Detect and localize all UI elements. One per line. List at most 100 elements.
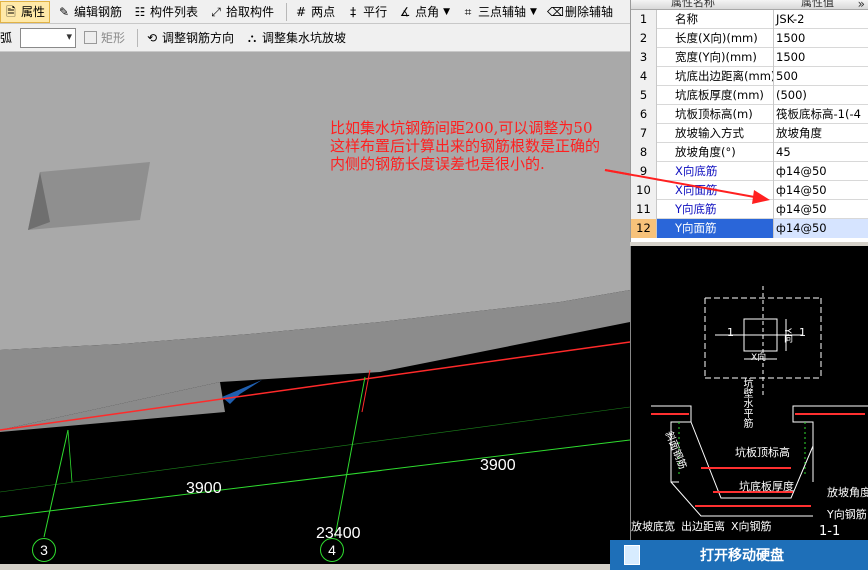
property-row[interactable]: 6 坑板顶标高(m) 筏板底标高-1(-4: [631, 105, 868, 124]
property-row-number: 9: [631, 162, 657, 181]
property-row-number: 7: [631, 124, 657, 143]
chevron-down-icon: ▼: [530, 6, 537, 17]
usb-drive-label: 打开移动硬盘: [700, 548, 784, 564]
cad-wall-rebar: 坑壁水平筋: [741, 378, 752, 428]
parallel-icon: ‡: [350, 4, 357, 19]
edit-rebar-icon: ✎: [58, 4, 70, 19]
member-list-label: 构件列表: [150, 5, 199, 19]
property-row[interactable]: 12 Y向面筋 ф14@50: [631, 219, 868, 238]
open-usb-drive-button[interactable]: 打开移动硬盘: [610, 540, 868, 570]
property-value[interactable]: (500): [774, 86, 868, 105]
property-name: 坑底出边距离(mm): [657, 67, 774, 86]
property-value[interactable]: ф14@50: [774, 219, 868, 238]
property-name: 名称: [657, 10, 774, 29]
property-row[interactable]: 11 Y向底筋 ф14@50: [631, 200, 868, 219]
property-value[interactable]: JSK-2: [774, 10, 868, 29]
property-name: 放坡角度(°): [657, 143, 774, 162]
property-row-number: 4: [631, 67, 657, 86]
property-row[interactable]: 8 放坡角度(°) 45: [631, 143, 868, 162]
property-row[interactable]: 9 X向底筋 ф14@50: [631, 162, 868, 181]
dimension-3900-right: 3900: [480, 457, 516, 474]
property-value[interactable]: 1500: [774, 29, 868, 48]
draw-mode-dropdown[interactable]: [20, 27, 77, 48]
property-row[interactable]: 7 放坡输入方式 放坡角度: [631, 124, 868, 143]
3d-viewport[interactable]: 比如集水坑钢筋间距200,可以调整为50 这样布置后计算出来的钢筋根数是正确的 …: [0, 52, 630, 570]
dimension-3900-left: 3900: [186, 480, 222, 497]
three-point-aux-button[interactable]: ⌗ 三点辅轴 ▼: [458, 1, 541, 23]
rectangle-button[interactable]: 矩形: [82, 27, 129, 49]
toolbar-separator: [286, 2, 288, 21]
grid-line: [67, 429, 73, 483]
delete-aux-label: 删除辅轴: [564, 5, 613, 19]
parallel-label: 平行: [363, 5, 388, 19]
property-name: X向底筋: [657, 162, 774, 181]
cad-slope-angle: 放坡角度: [827, 486, 868, 499]
property-row[interactable]: 4 坑底出边距离(mm) 500: [631, 67, 868, 86]
list-icon: ☷: [134, 4, 146, 19]
property-value[interactable]: 45: [774, 143, 868, 162]
two-points-label: 两点: [311, 5, 336, 19]
property-row[interactable]: 5 坑底板厚度(mm) (500): [631, 86, 868, 105]
rectangle-label: 矩形: [101, 31, 126, 45]
properties-button[interactable]: 🗎 属性: [0, 0, 51, 23]
usb-drive-icon: [624, 545, 640, 565]
property-row[interactable]: 10 X向面筋 ф14@50: [631, 181, 868, 200]
property-row[interactable]: 3 宽度(Y向)(mm) 1500: [631, 48, 868, 67]
cad-y-rebar: Y向钢筋: [827, 508, 867, 521]
properties-label: 属性: [21, 5, 46, 19]
cad-section-label: 1-1: [819, 524, 841, 539]
property-row[interactable]: 2 长度(X向)(mm) 1500: [631, 29, 868, 48]
property-row-number: 5: [631, 86, 657, 105]
delete-aux-button[interactable]: ⌫ 删除辅轴: [545, 1, 617, 23]
property-row-number: 10: [631, 181, 657, 200]
rectangle-icon: [84, 31, 98, 44]
adjust-rebar-direction-button[interactable]: ⟲ 调整钢筋方向: [142, 27, 238, 49]
delete-aux-icon: ⌫: [546, 4, 564, 19]
cad-label-1-left: 1: [727, 326, 734, 339]
two-points-icon: #: [296, 4, 307, 19]
property-value[interactable]: 1500: [774, 48, 868, 67]
property-grid: 属性名称 属性值 » 1 名称 JSK-2 2 长度(X向)(mm) 1500 3 宽度(Y向…: [630, 0, 868, 242]
property-value[interactable]: 500: [774, 67, 868, 86]
header-value: 属性值: [801, 0, 834, 9]
property-row-number: 12: [631, 219, 657, 238]
edit-rebar-button[interactable]: ✎ 编辑钢筋: [54, 1, 126, 23]
member-list-button[interactable]: ☷ 构件列表: [130, 1, 202, 23]
axis-label-4[interactable]: 4: [320, 538, 344, 562]
cad-bottom-thickness: 坑底板厚度: [739, 480, 794, 493]
adjust-rebar-direction-label: 调整钢筋方向: [162, 31, 235, 45]
cad-label-x: X向: [751, 353, 767, 363]
axis-label-3[interactable]: 3: [32, 538, 56, 562]
pick-member-label: 拾取构件: [226, 5, 275, 19]
cad-out-distance: 出边距离: [681, 520, 725, 533]
property-name: X向面筋: [657, 181, 774, 200]
grid-line: [0, 439, 630, 518]
property-name: 坑底板厚度(mm): [657, 86, 774, 105]
property-name: Y向底筋: [657, 200, 774, 219]
adjust-pit-slope-label: 调整集水坑放坡: [262, 31, 347, 45]
annotation-line-2: 这样布置后计算出来的钢筋根数是正确的: [330, 137, 601, 155]
red-axis-tick: [361, 369, 371, 413]
property-name: 宽度(Y向)(mm): [657, 48, 774, 67]
point-angle-button[interactable]: ∡ 点角 ▼: [395, 1, 454, 23]
annotation-line-1: 比如集水坑钢筋间距200,可以调整为50: [330, 119, 593, 137]
header-name: 属性名称: [671, 0, 715, 9]
arc-button-fragment[interactable]: 弧: [0, 29, 12, 46]
adjust-pit-slope-button[interactable]: ⛬ 调整集水坑放坡: [242, 27, 350, 49]
property-value[interactable]: ф14@50: [774, 162, 868, 181]
property-value[interactable]: ф14@50: [774, 181, 868, 200]
point-angle-label: 点角: [415, 5, 440, 19]
cad-x-rebar: X向钢筋: [731, 520, 772, 533]
main-toolbar: 🗎 属性 ✎ 编辑钢筋 ☷ 构件列表 ⤢ 拾取构件 # 两点 ‡ 平行 ∡ 点角…: [0, 0, 630, 24]
three-point-aux-icon: ⌗: [464, 4, 472, 19]
property-name: 坑板顶标高(m): [657, 105, 774, 124]
two-points-button[interactable]: # 两点: [291, 1, 339, 23]
property-row-number: 11: [631, 200, 657, 219]
property-value[interactable]: 筏板底标高-1(-4: [774, 105, 868, 124]
property-row[interactable]: 1 名称 JSK-2: [631, 10, 868, 29]
pick-member-button[interactable]: ⤢ 拾取构件: [206, 1, 278, 23]
property-value[interactable]: ф14@50: [774, 200, 868, 219]
point-angle-icon: ∡: [399, 4, 411, 19]
property-value[interactable]: 放坡角度: [774, 124, 868, 143]
parallel-button[interactable]: ‡ 平行: [343, 1, 391, 23]
